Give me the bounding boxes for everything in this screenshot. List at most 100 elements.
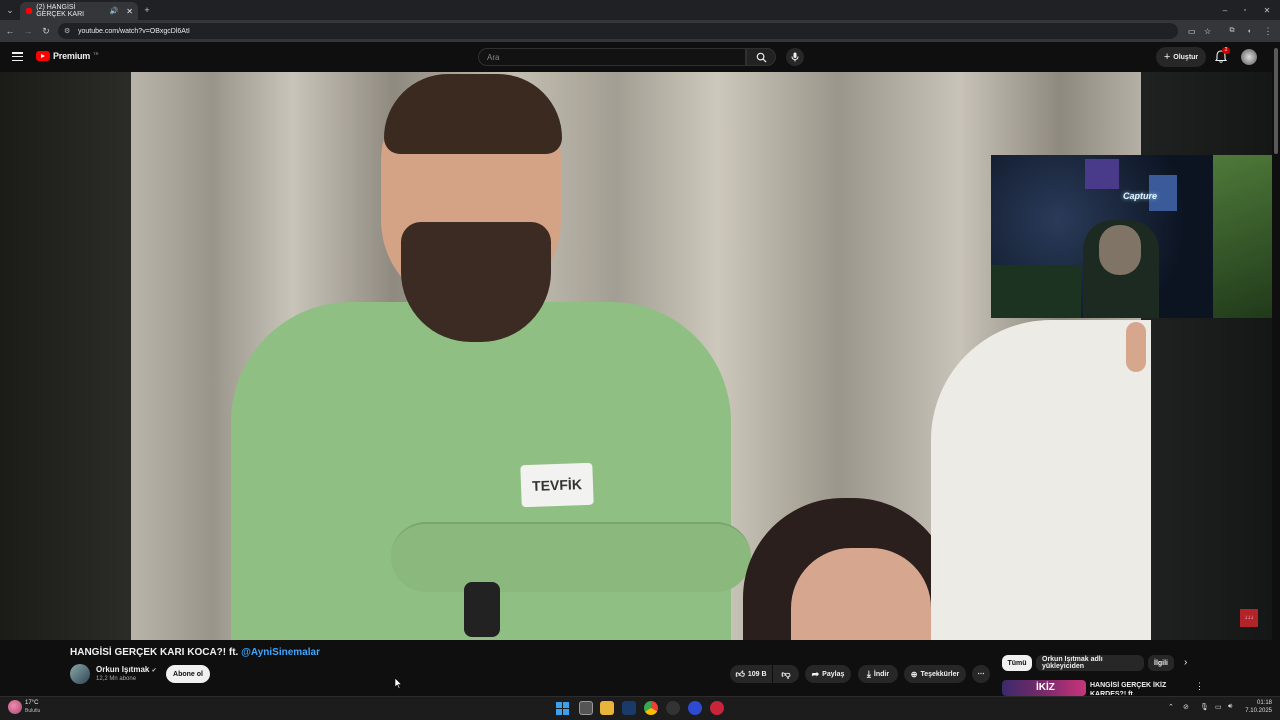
recommendation-thumbnail[interactable]: İKİZ [1002,680,1086,696]
download-button[interactable]: ⤓ İndir [858,665,898,683]
download-icon: ⤓ [866,668,871,679]
dislike-button[interactable]: 👎︎ [773,665,799,683]
tray-app-icon[interactable]: ⊘ [1183,703,1189,711]
bookmark-star-icon[interactable]: ☆ [1204,27,1211,36]
page-scrollbar-thumb[interactable] [1274,48,1278,154]
voice-search-button[interactable] [786,48,804,66]
create-label: Oluştur [1173,53,1199,61]
title-mention-link[interactable]: @AyniSinemalar [241,647,320,658]
thanks-icon: ⊕ [910,669,918,679]
site-info-icon[interactable]: ⚙ [64,27,70,35]
url-field[interactable]: ⚙ youtube.com/watch?v=OBxgcDl6AtI ▭ ☆ [58,23,1211,39]
subscribe-button[interactable]: Abone ol [166,665,210,683]
youtube-header: Premium TR Ara + Oluştur 2 [0,42,1280,72]
watermark-text: ↓↓↓ [1244,615,1254,621]
chip-related[interactable]: İlgili [1148,655,1174,671]
name-tag: TEVFİK [520,462,594,508]
search-button[interactable] [746,48,776,66]
notification-badge: 2 [1222,47,1230,54]
recommendation-title[interactable]: HANGİSİ GERÇEK İKİZ KARDEŞ?! ft. [1090,681,1190,695]
person-hair [384,74,562,154]
restore-icon[interactable]: ▫ [1240,4,1250,16]
logo-label: Premium [53,51,91,61]
zoom-icon[interactable] [688,701,702,715]
extensions-icon[interactable]: ⧉ [1226,25,1238,37]
cast-icon[interactable]: ▭ [1188,27,1196,36]
url-text: youtube.com/watch?v=OBxgcDl6AtI [78,27,190,35]
app-icon[interactable] [710,701,724,715]
chair-back [991,265,1081,318]
microphone-icon [791,52,799,62]
person-white-shirt [931,320,1151,640]
browser-menu-icon[interactable]: ⋮ [1262,25,1274,37]
share-button[interactable]: ➦ Paylaş [805,665,851,683]
youtube-premium-logo[interactable]: Premium TR [36,51,98,61]
webcam-door [1213,155,1272,318]
forward-icon[interactable]: → [22,25,34,37]
logo-country: TR [93,51,99,56]
browser-tab-bar: ⌄ (2) HANGİSİ GERÇEK KARI 🔊 ✕ + – ▫ ✕ [0,0,1280,20]
channel-name[interactable]: Orkun Işıtmak ✔ [96,665,157,674]
steam-icon[interactable] [622,701,636,715]
file-explorer-icon[interactable] [600,701,614,715]
network-icon[interactable]: ▭ [1215,703,1222,711]
hamburger-menu-icon[interactable] [12,52,23,61]
new-tab-icon[interactable]: + [142,4,152,16]
channel-avatar[interactable] [70,664,90,684]
chip-from-uploader[interactable]: Orkun Işıtmak adlı yükleyiciden [1036,655,1144,671]
search-input[interactable]: Ara [478,48,746,66]
chrome-icon[interactable] [644,701,658,715]
weather-temp: 17°C [25,700,39,706]
reload-icon[interactable]: ↻ [40,25,52,37]
weather-icon[interactable] [8,700,22,714]
video-player[interactable]: TEVFİK Capture ↓↓↓ [0,72,1272,640]
person-neck-right [1126,322,1146,372]
account-avatar[interactable] [1241,49,1257,65]
streamer-face [1099,225,1141,275]
video-side-blur-left [0,72,131,640]
video-frame: TEVFİK [131,72,1151,640]
plus-icon: + [1163,51,1171,63]
mouse-cursor-icon [395,678,402,689]
channel-name-text: Orkun Işıtmak [96,665,150,674]
tab-title: (2) HANGİSİ GERÇEK KARI [36,4,85,18]
volume-icon[interactable]: 🔊︎ [1228,703,1232,711]
create-button[interactable]: + Oluştur [1156,47,1206,67]
profile-icon[interactable]: ◐ [1244,25,1256,37]
notifications-button[interactable]: 2 [1214,47,1230,64]
clock-time[interactable]: 01:18 [1240,700,1272,706]
subscriber-count: 12,2 Mn abone [96,676,137,682]
smartwatch [464,582,500,637]
youtube-favicon-icon [26,8,33,14]
thumbs-up-icon: 👍︎ [735,668,745,679]
channel-watermark[interactable]: ↓↓↓ [1240,609,1258,627]
tab-list-chevron-icon[interactable]: ⌄ [4,4,16,16]
back-icon[interactable]: ← [4,25,16,37]
video-title: HANGİSİ GERÇEK KARI KOCA?! ft. @AyniSine… [70,647,320,658]
recommendation-menu-icon[interactable]: ⋮ [1195,681,1204,692]
task-view-icon[interactable] [579,701,593,715]
wall-poster [1085,159,1119,189]
thanks-button[interactable]: ⊕ Teşekkürler [904,665,966,683]
tray-chevron-icon[interactable]: ⌃ [1168,703,1174,711]
like-button[interactable]: 👍︎ 109 B [730,665,772,683]
audio-icon[interactable]: 🔊 [110,7,119,15]
clock-date[interactable]: 7.10.2025 [1236,708,1272,714]
person-arms [391,522,751,592]
neon-sign: Capture [1123,191,1158,201]
share-icon: ➦ [811,668,820,679]
settings-icon[interactable] [666,701,680,715]
more-actions-button[interactable]: ⋯ [972,665,990,683]
close-tab-icon[interactable]: ✕ [126,7,133,16]
browser-tab[interactable]: (2) HANGİSİ GERÇEK KARI 🔊 ✕ [20,2,138,20]
search-icon [756,52,767,63]
windows-start-icon[interactable] [556,702,569,715]
minimize-icon[interactable]: – [1220,4,1230,16]
video-title-text: HANGİSİ GERÇEK KARI KOCA?! ft. [70,647,239,658]
tray-mic-icon[interactable]: 🎙︎ [1200,703,1209,711]
chips-next-chevron-icon[interactable]: › [1184,657,1187,668]
person-woman-face [791,548,931,640]
window-close-icon[interactable]: ✕ [1262,4,1272,16]
search-placeholder: Ara [487,52,500,62]
chip-all[interactable]: Tümü [1002,655,1032,671]
